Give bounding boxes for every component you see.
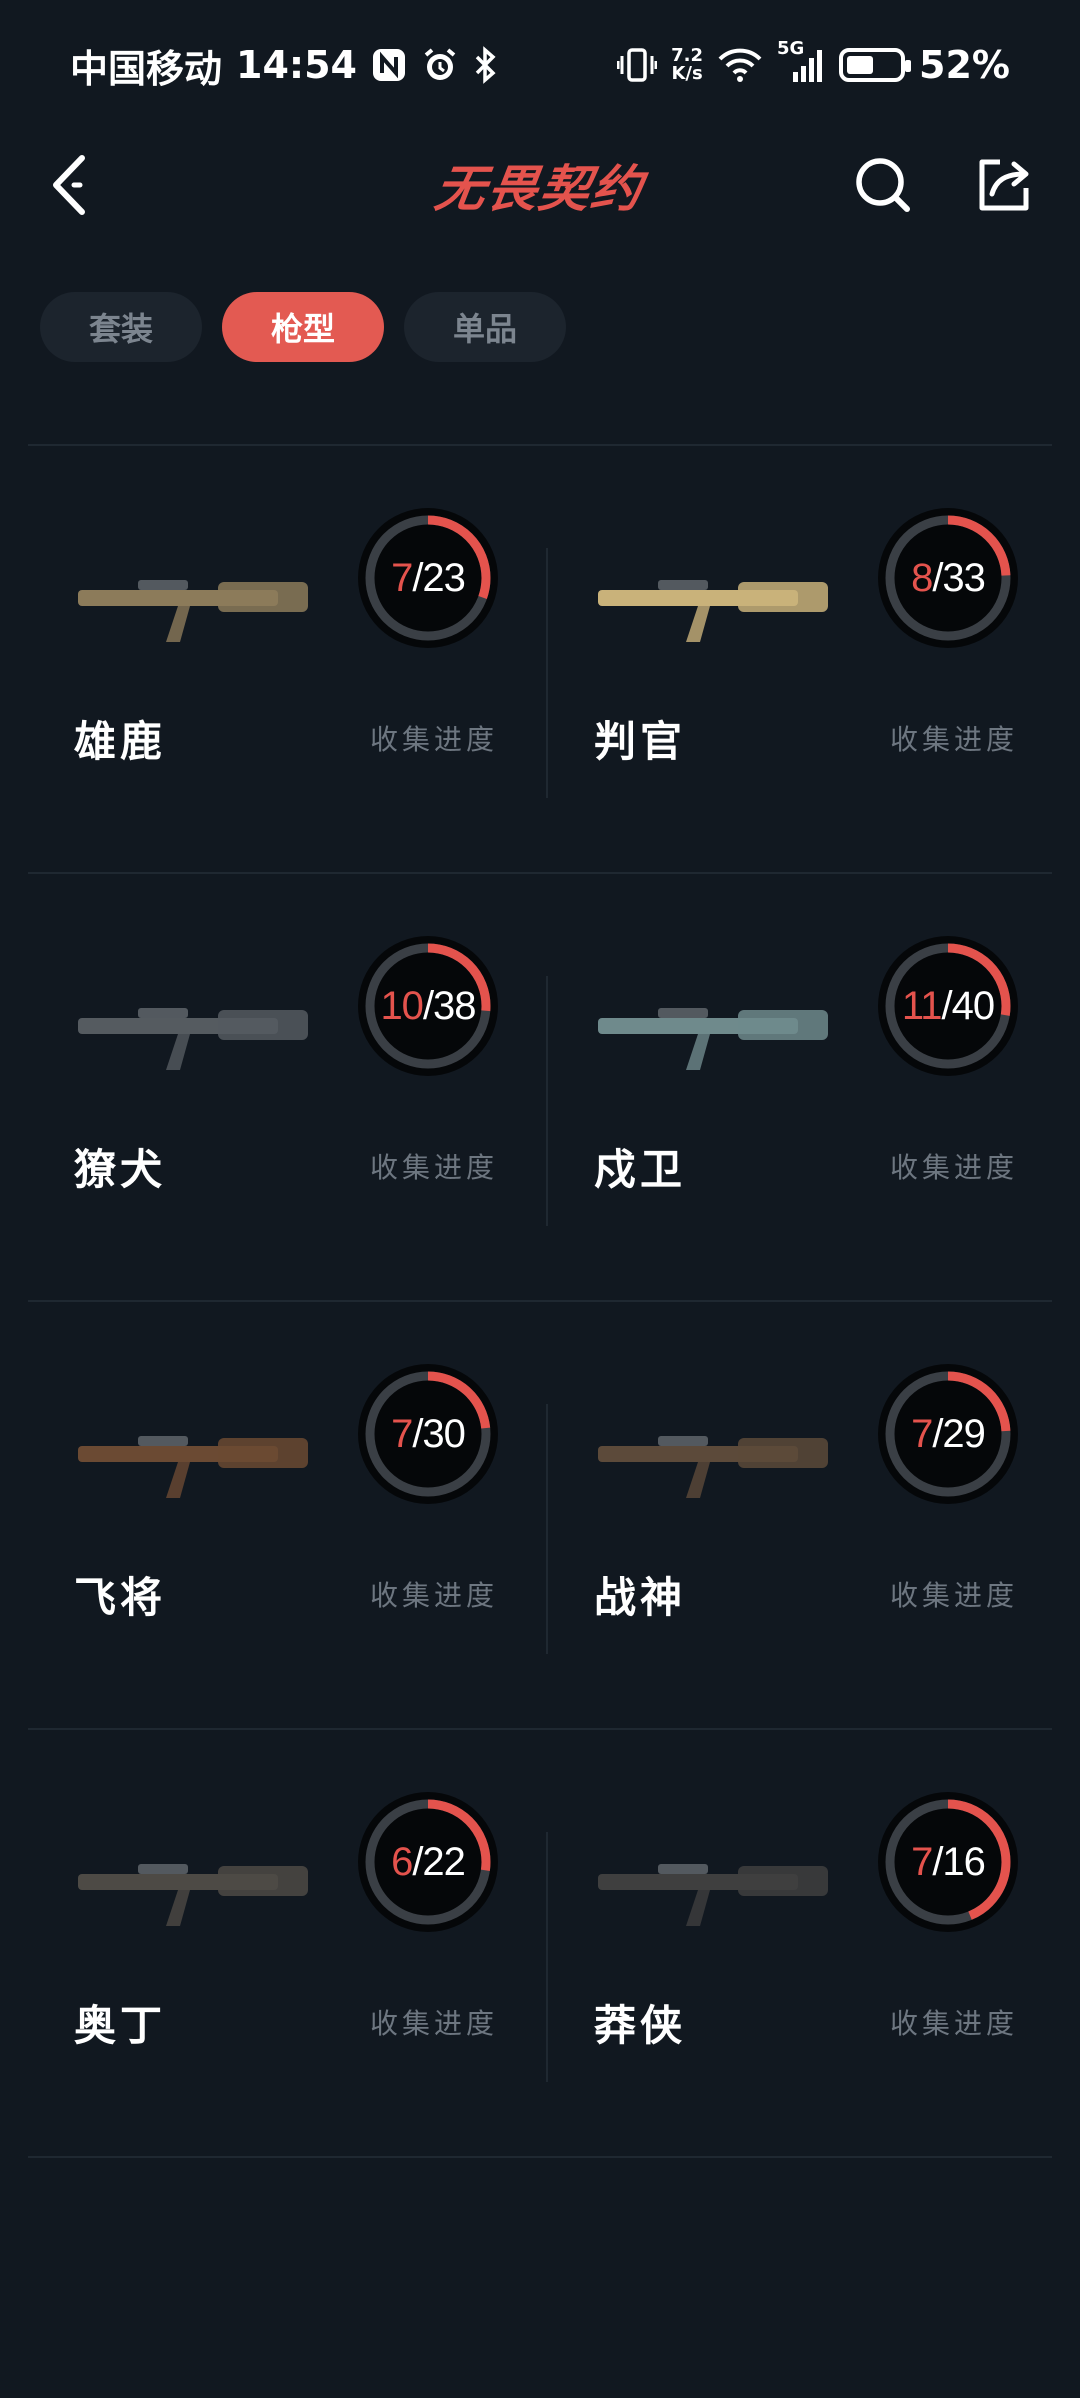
collection-count: 6/22 [358, 1792, 498, 1932]
weapon-card[interactable]: 7/23 雄鹿 收集进度 [28, 488, 538, 908]
status-bar: 中国移动 14:54 7.2 K/s 5G 52% [0, 0, 1080, 130]
total-count: /22 [412, 1839, 466, 1884]
weapon-card[interactable]: 11/40 戍卫 收集进度 [548, 916, 1058, 1336]
weapon-card[interactable]: 7/30 飞将 收集进度 [28, 1344, 538, 1764]
carrier-name: 中国移动 [70, 46, 223, 91]
weapon-card[interactable]: 狂怒收集进度 [28, 380, 538, 480]
cellular-signal-icon: 5G [777, 40, 825, 84]
collection-count: 10/38 [358, 936, 498, 1076]
weapon-name: 飞将 [74, 1573, 167, 1622]
collected-count: 6 [391, 1839, 413, 1884]
weapon-name: 奥丁 [74, 2001, 167, 2050]
weapon-name: 战神 [594, 1573, 687, 1622]
weapon-card[interactable]: 6/22 奥丁 收集进度 [28, 1772, 538, 2192]
battery-icon [839, 48, 912, 82]
collection-count: 7/16 [878, 1792, 1018, 1932]
weapon-image [78, 580, 308, 642]
collection-progress-label: 收集进度 [370, 1151, 499, 1184]
weapon-image [78, 1008, 308, 1070]
collection-progress-label: 收集进度 [890, 2007, 1019, 2040]
total-count: /29 [932, 1411, 986, 1456]
search-icon [856, 158, 910, 212]
nfc-icon [371, 47, 407, 83]
weapon-image [598, 1436, 828, 1498]
weapon-image [78, 1436, 308, 1498]
collection-progress-label: 收集进度 [370, 723, 499, 756]
collected-count: 8 [911, 555, 933, 600]
collected-count: 7 [911, 1411, 933, 1456]
collected-count: 7 [391, 555, 413, 600]
collection-progress-label: 收集进度 [370, 1579, 499, 1612]
weapon-name: 獠犬 [74, 1145, 167, 1194]
collected-count: 7 [911, 1839, 933, 1884]
bluetooth-icon [473, 46, 499, 84]
battery-percent: 52% [919, 43, 1010, 87]
weapon-card[interactable]: 8/33 判官 收集进度 [548, 488, 1058, 908]
weapon-name: 雄鹿 [74, 717, 167, 766]
weapon-image [598, 1864, 828, 1926]
weapon-name: 判官 [594, 717, 687, 766]
weapon-name: 戍卫 [594, 1145, 687, 1194]
weapon-image [78, 1864, 308, 1926]
collection-count: 7/30 [358, 1364, 498, 1504]
collected-count: 10 [380, 983, 423, 1028]
collection-progress-label: 收集进度 [890, 1151, 1019, 1184]
weapon-grid: 狂怒收集进度蜂刺收集进度7/23雄鹿收集进度8/33判官收集进度10/38獠犬收… [0, 380, 1080, 2398]
collection-count: 11/40 [878, 936, 1018, 1076]
category-tabs: 套装 枪型 单品 [40, 292, 566, 362]
tab-single-items[interactable]: 单品 [404, 292, 566, 362]
page-title: 无畏契约 [431, 160, 648, 218]
total-count: /40 [941, 983, 995, 1028]
weapon-name: 莽侠 [594, 2001, 687, 2050]
total-count: /23 [412, 555, 466, 600]
vibrate-icon [617, 46, 658, 84]
total-count: /38 [422, 983, 477, 1028]
collected-count: 11 [901, 983, 943, 1028]
app-header: 无畏契约 [0, 130, 1080, 240]
collection-count: 7/23 [358, 508, 498, 648]
weapon-card[interactable]: 7/29 战神 收集进度 [548, 1344, 1058, 1764]
collected-count: 7 [391, 1411, 413, 1456]
back-button[interactable] [40, 152, 106, 218]
tab-sets[interactable]: 套装 [40, 292, 202, 362]
clock: 14:54 [236, 43, 357, 87]
collection-progress-label: 收集进度 [370, 2007, 499, 2040]
collection-count: 8/33 [878, 508, 1018, 648]
net-speed-indicator: 7.2 K/s [671, 45, 704, 84]
weapon-card[interactable]: 蜂刺收集进度 [548, 380, 1058, 480]
collection-progress-label: 收集进度 [890, 723, 1019, 756]
total-count: /16 [932, 1839, 986, 1884]
total-count: /33 [932, 555, 986, 600]
collection-count: 7/29 [878, 1364, 1018, 1504]
tab-weapon-types[interactable]: 枪型 [222, 292, 384, 362]
share-icon [979, 159, 1029, 211]
weapon-card[interactable]: 7/16 莽侠 收集进度 [548, 1772, 1058, 2192]
weapon-image [598, 1008, 828, 1070]
search-button[interactable] [850, 152, 916, 218]
weapon-card[interactable]: 10/38 獠犬 收集进度 [28, 916, 538, 1336]
wifi-icon [717, 46, 763, 84]
share-button[interactable] [970, 152, 1036, 218]
chevron-left-icon [53, 155, 85, 215]
total-count: /30 [412, 1411, 466, 1456]
collection-progress-label: 收集进度 [890, 1579, 1019, 1612]
alarm-icon [421, 46, 459, 84]
weapon-image [598, 580, 828, 642]
